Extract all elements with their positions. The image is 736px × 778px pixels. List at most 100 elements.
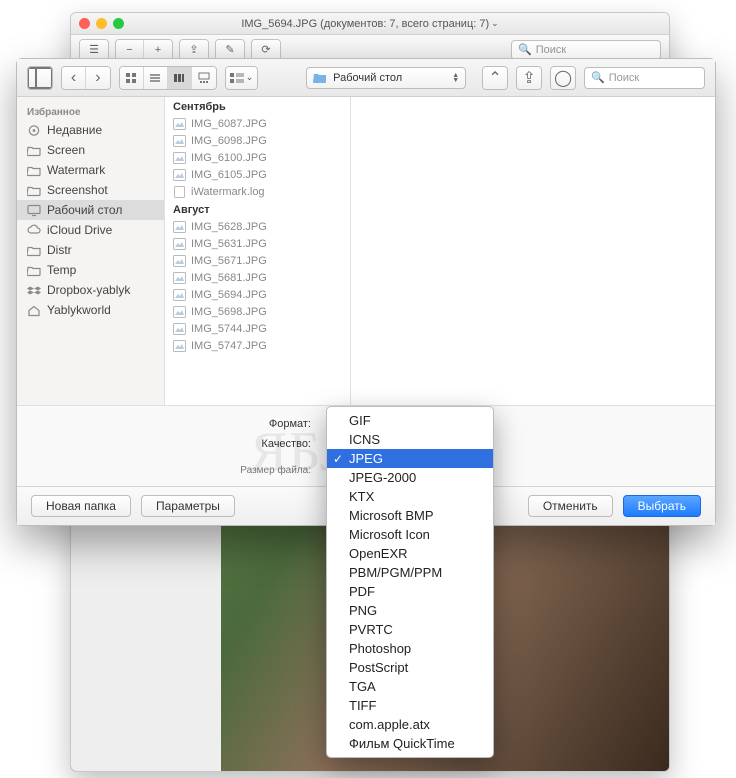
sidebar-header: Избранное — [17, 103, 164, 120]
parameters-button[interactable]: Параметры — [141, 495, 235, 517]
sidebar-toggle-icon[interactable]: ☰ — [80, 40, 108, 60]
choose-button[interactable]: Выбрать — [623, 495, 701, 517]
preview-search[interactable]: 🔍 Поиск — [511, 40, 661, 60]
sidebar-item-dropbox-yablyk[interactable]: Dropbox-yablyk — [17, 280, 164, 300]
gallery-view-button[interactable] — [192, 67, 216, 89]
zoom-icon[interactable] — [113, 18, 124, 29]
sidebar-item-label: Watermark — [47, 163, 105, 177]
sidebar-icon — [28, 66, 52, 90]
file-icon — [173, 169, 186, 181]
file-name: IMG_5698.JPG — [191, 306, 267, 318]
dropdown-item-microsoft-bmp[interactable]: Microsoft BMP — [327, 506, 493, 525]
file-icon — [173, 255, 186, 267]
file-group-header: Август — [165, 200, 350, 218]
dropdown-item-gif[interactable]: GIF — [327, 411, 493, 430]
quality-label: Качество: — [17, 438, 317, 450]
rotate-icon[interactable]: ⟳ — [252, 40, 280, 60]
sidebar-item-label: Рабочий стол — [47, 203, 122, 217]
dropdown-item-jpeg-2000[interactable]: JPEG-2000 — [327, 468, 493, 487]
file-item[interactable]: IMG_6098.JPG — [165, 132, 350, 149]
file-item[interactable]: IMG_6087.JPG — [165, 115, 350, 132]
dropdown-item-icns[interactable]: ICNS — [327, 430, 493, 449]
dropdown-item-png[interactable]: PNG — [327, 601, 493, 620]
file-name: IMG_5628.JPG — [191, 221, 267, 233]
column-view-button[interactable] — [168, 67, 192, 89]
file-item[interactable]: IMG_5631.JPG — [165, 235, 350, 252]
dropdown-item-photoshop[interactable]: Photoshop — [327, 639, 493, 658]
zoom-in-icon[interactable]: + — [144, 40, 172, 60]
back-button[interactable]: ‹ — [62, 67, 86, 89]
file-item[interactable]: IMG_5628.JPG — [165, 218, 350, 235]
dropdown-item-pvrtc[interactable]: PVRTC — [327, 620, 493, 639]
updown-icon: ▲▼ — [452, 73, 459, 83]
file-name: IMG_5681.JPG — [191, 272, 267, 284]
file-column[interactable]: СентябрьIMG_6087.JPGIMG_6098.JPGIMG_6100… — [165, 97, 351, 405]
file-item[interactable]: IMG_5744.JPG — [165, 320, 350, 337]
location-popup[interactable]: Рабочий стол ▲▼ — [306, 67, 466, 89]
chevron-down-icon[interactable]: ⌄ — [491, 18, 499, 29]
sidebar-item-label: Yablykworld — [47, 303, 111, 317]
share-action-segment[interactable]: ⇪ — [516, 66, 542, 90]
file-item[interactable]: IMG_5747.JPG — [165, 337, 350, 354]
dropdown-item-tiff[interactable]: TIFF — [327, 696, 493, 715]
icon-view-button[interactable] — [120, 67, 144, 89]
file-item[interactable]: IMG_5698.JPG — [165, 303, 350, 320]
close-icon[interactable] — [79, 18, 90, 29]
file-item[interactable]: IMG_5671.JPG — [165, 252, 350, 269]
finder-sidebar[interactable]: Избранное НедавниеScreen Watermark Screens… — [17, 97, 165, 405]
share-action-button[interactable]: ⇪ — [517, 67, 541, 89]
sidebar-item-temp[interactable]: Temp — [17, 260, 164, 280]
search-icon: 🔍 — [591, 71, 605, 84]
markup-icon[interactable]: ✎ — [216, 40, 244, 60]
file-item[interactable]: IMG_6100.JPG — [165, 149, 350, 166]
zoom-out-icon[interactable]: − — [116, 40, 144, 60]
dropdown-item-microsoft-icon[interactable]: Microsoft Icon — [327, 525, 493, 544]
sidebar-toggle-button[interactable] — [28, 67, 52, 89]
nav-segment[interactable]: ‹ › — [61, 66, 111, 90]
cancel-button[interactable]: Отменить — [528, 495, 613, 517]
tags-button[interactable]: ◯ — [551, 67, 575, 89]
sidebar-item-недавние[interactable]: Недавние — [17, 120, 164, 140]
file-icon — [173, 221, 186, 233]
cloud-icon — [27, 224, 41, 237]
dropdown-item-tga[interactable]: TGA — [327, 677, 493, 696]
file-item[interactable]: IMG_6105.JPG — [165, 166, 350, 183]
view-mode-segment[interactable] — [119, 66, 217, 90]
sidebar-item-watermark[interactable]: Watermark — [17, 160, 164, 180]
group-segment[interactable]: ⌄ — [225, 66, 258, 90]
preview-title: IMG_5694.JPG (документов: 7, всего стран… — [241, 18, 489, 30]
chevron-up-icon[interactable]: ⌃ — [483, 67, 507, 89]
tags-segment[interactable]: ◯ — [550, 66, 576, 90]
dropdown-item-openexr[interactable]: OpenEXR — [327, 544, 493, 563]
dropdown-item--quicktime[interactable]: Фильм QuickTime — [327, 734, 493, 753]
forward-button[interactable]: › — [86, 67, 110, 89]
file-item[interactable]: IMG_5694.JPG — [165, 286, 350, 303]
new-folder-button[interactable]: Новая папка — [31, 495, 131, 517]
dropdown-item-com-apple-atx[interactable]: com.apple.atx — [327, 715, 493, 734]
sidebar-item-screen[interactable]: Screen — [17, 140, 164, 160]
sidebar-item-рабочий-стол[interactable]: Рабочий стол — [17, 200, 164, 220]
collapse-button[interactable]: ⌃ — [482, 66, 508, 90]
finder-search[interactable]: 🔍 Поиск — [584, 67, 705, 89]
file-name: iWatermark.log — [191, 186, 265, 198]
sidebar-item-yablykworld[interactable]: Yablykworld — [17, 300, 164, 320]
list-view-button[interactable] — [144, 67, 168, 89]
dropdown-item-pdf[interactable]: PDF — [327, 582, 493, 601]
file-item[interactable]: IMG_5681.JPG — [165, 269, 350, 286]
dropdown-item-pbm-pgm-ppm[interactable]: PBM/PGM/PPM — [327, 563, 493, 582]
sidebar-item-screenshot[interactable]: Screenshot — [17, 180, 164, 200]
sidebar-item-distr[interactable]: Distr — [17, 240, 164, 260]
dropdown-item-jpeg[interactable]: JPEG — [327, 449, 493, 468]
dropdown-item-ktx[interactable]: KTX — [327, 487, 493, 506]
folder-icon — [27, 244, 41, 257]
sidebar-item-icloud-drive[interactable]: iCloud Drive — [17, 220, 164, 240]
format-dropdown[interactable]: GIFICNSJPEGJPEG-2000KTXMicrosoft BMPMicr… — [326, 406, 494, 758]
sidebar-toggle-segment[interactable] — [27, 66, 53, 90]
traffic-lights[interactable] — [79, 18, 124, 29]
group-button[interactable]: ⌄ — [226, 67, 257, 89]
file-item[interactable]: iWatermark.log — [165, 183, 350, 200]
minimize-icon[interactable] — [96, 18, 107, 29]
folder-icon — [27, 264, 41, 277]
dropdown-item-postscript[interactable]: PostScript — [327, 658, 493, 677]
share-icon[interactable]: ⇪ — [180, 40, 208, 60]
